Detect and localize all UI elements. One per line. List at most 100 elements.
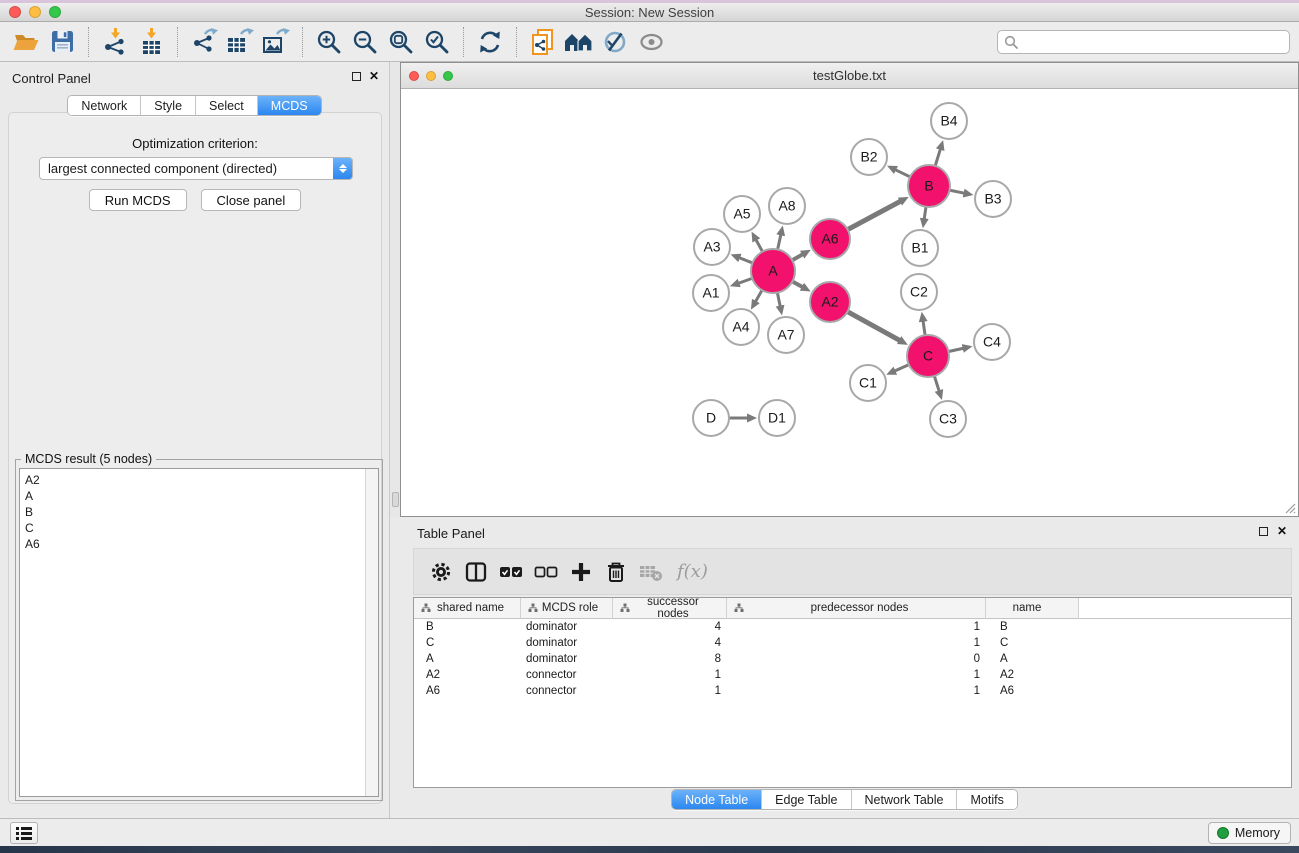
edge-A-A4[interactable] bbox=[755, 289, 763, 302]
node-C3[interactable]: C3 bbox=[930, 401, 966, 437]
edge-B-B4[interactable] bbox=[935, 148, 941, 167]
table-cell[interactable]: A2 bbox=[986, 667, 1079, 683]
node-A4[interactable]: A4 bbox=[723, 309, 759, 345]
memory-button[interactable]: Memory bbox=[1208, 822, 1291, 844]
edge-A-A1[interactable] bbox=[737, 278, 753, 284]
zoom-fit-button[interactable] bbox=[383, 25, 419, 59]
node-B1[interactable]: B1 bbox=[902, 230, 938, 266]
table-cell[interactable]: 0 bbox=[727, 651, 986, 667]
float-panel-icon[interactable] bbox=[352, 72, 361, 81]
table-cell[interactable]: A bbox=[986, 651, 1079, 667]
open-session-button[interactable] bbox=[8, 25, 44, 59]
table-cell[interactable]: dominator bbox=[521, 635, 613, 651]
apply-layout-button[interactable] bbox=[472, 25, 508, 59]
float-table-panel-icon[interactable] bbox=[1259, 527, 1268, 536]
import-network-button[interactable] bbox=[97, 25, 133, 59]
show-column-button[interactable] bbox=[463, 559, 489, 585]
node-A6[interactable]: A6 bbox=[810, 219, 850, 259]
table-cell[interactable]: C bbox=[414, 635, 521, 651]
node-C4[interactable]: C4 bbox=[974, 324, 1010, 360]
table-cell[interactable]: 1 bbox=[613, 667, 727, 683]
node-C2[interactable]: C2 bbox=[901, 274, 937, 310]
vertical-splitter-grip[interactable] bbox=[392, 492, 399, 507]
result-item[interactable]: A bbox=[25, 488, 378, 504]
export-network-button[interactable] bbox=[186, 25, 222, 59]
window-resize-grip[interactable] bbox=[1282, 500, 1296, 514]
edge-A6-B[interactable] bbox=[847, 201, 902, 230]
node-A[interactable]: A bbox=[751, 249, 795, 293]
import-table-button[interactable] bbox=[133, 25, 169, 59]
node-A2[interactable]: A2 bbox=[810, 282, 850, 322]
table-cell[interactable]: connector bbox=[521, 683, 613, 699]
edge-A-A8[interactable] bbox=[777, 233, 781, 250]
table-cell[interactable]: 1 bbox=[727, 635, 986, 651]
table-tab-network-table[interactable]: Network Table bbox=[852, 790, 958, 809]
table-cell[interactable]: A6 bbox=[414, 683, 521, 699]
node-A8[interactable]: A8 bbox=[769, 188, 805, 224]
table-cell[interactable]: B bbox=[986, 619, 1079, 635]
new-network-from-selection-button[interactable] bbox=[525, 25, 561, 59]
table-cell[interactable]: 4 bbox=[613, 635, 727, 651]
zoom-out-button[interactable] bbox=[347, 25, 383, 59]
table-cell[interactable]: C bbox=[986, 635, 1079, 651]
task-history-button[interactable] bbox=[10, 822, 38, 844]
node-B3[interactable]: B3 bbox=[975, 181, 1011, 217]
edge-C-C4[interactable] bbox=[948, 348, 965, 352]
edge-B-B1[interactable] bbox=[924, 206, 926, 220]
table-cell[interactable]: 1 bbox=[613, 683, 727, 699]
column-header-mcds-role[interactable]: MCDS role bbox=[521, 598, 613, 619]
table-cell[interactable]: 1 bbox=[727, 619, 986, 635]
column-header-successor-nodes[interactable]: successor nodes bbox=[613, 598, 727, 619]
tab-mcds[interactable]: MCDS bbox=[258, 96, 321, 115]
table-cell[interactable]: B bbox=[414, 619, 521, 635]
node-table[interactable]: shared nameMCDS rolesuccessor nodesprede… bbox=[413, 597, 1292, 788]
column-header-shared-name[interactable]: shared name bbox=[414, 598, 521, 619]
tab-style[interactable]: Style bbox=[141, 96, 196, 115]
result-list-scrollbar[interactable] bbox=[365, 469, 378, 796]
node-C[interactable]: C bbox=[907, 335, 949, 377]
node-A1[interactable]: A1 bbox=[693, 275, 729, 311]
unselect-all-columns-button[interactable] bbox=[533, 559, 559, 585]
node-A3[interactable]: A3 bbox=[694, 229, 730, 265]
edge-A2-C[interactable] bbox=[847, 311, 901, 341]
column-header-predecessor-nodes[interactable]: predecessor nodes bbox=[727, 598, 986, 619]
edge-C-C1[interactable] bbox=[894, 364, 910, 371]
mcds-result-list[interactable]: A2ABCA6 bbox=[19, 468, 379, 797]
table-cell[interactable]: 1 bbox=[727, 667, 986, 683]
tab-select[interactable]: Select bbox=[196, 96, 258, 115]
network-window-titlebar[interactable]: testGlobe.txt bbox=[401, 63, 1298, 89]
node-B[interactable]: B bbox=[908, 165, 950, 207]
node-B4[interactable]: B4 bbox=[931, 103, 967, 139]
column-header-name[interactable]: name bbox=[986, 598, 1079, 619]
node-B2[interactable]: B2 bbox=[851, 139, 887, 175]
show-graphics-details-button[interactable] bbox=[633, 25, 669, 59]
result-item[interactable]: A6 bbox=[25, 536, 378, 552]
table-cell[interactable]: 1 bbox=[727, 683, 986, 699]
table-tab-motifs[interactable]: Motifs bbox=[957, 790, 1016, 809]
table-settings-button[interactable] bbox=[428, 559, 454, 585]
select-all-columns-button[interactable] bbox=[498, 559, 524, 585]
edge-A-A6[interactable] bbox=[791, 254, 804, 261]
table-cell[interactable]: A2 bbox=[414, 667, 521, 683]
close-panel-button[interactable]: Close panel bbox=[201, 189, 302, 211]
close-table-panel-icon[interactable]: ✕ bbox=[1277, 526, 1287, 536]
table-cell[interactable]: 8 bbox=[613, 651, 727, 667]
node-A7[interactable]: A7 bbox=[768, 317, 804, 353]
node-D1[interactable]: D1 bbox=[759, 400, 795, 436]
export-table-button[interactable] bbox=[222, 25, 258, 59]
zoom-in-button[interactable] bbox=[311, 25, 347, 59]
edge-A-A7[interactable] bbox=[777, 292, 780, 308]
result-item[interactable]: B bbox=[25, 504, 378, 520]
result-item[interactable]: A2 bbox=[25, 472, 378, 488]
table-cell[interactable]: dominator bbox=[521, 619, 613, 635]
function-builder-button[interactable]: f(x) bbox=[677, 561, 708, 582]
delete-table-button[interactable] bbox=[638, 559, 664, 585]
hide-graphics-details-button[interactable] bbox=[597, 25, 633, 59]
run-mcds-button[interactable]: Run MCDS bbox=[89, 189, 187, 211]
edge-A-A3[interactable] bbox=[738, 257, 753, 263]
export-image-button[interactable] bbox=[258, 25, 294, 59]
edge-C-C3[interactable] bbox=[934, 375, 939, 392]
search-input[interactable] bbox=[1019, 32, 1289, 52]
edge-B-B2[interactable] bbox=[894, 169, 911, 177]
edge-A-A2[interactable] bbox=[791, 281, 803, 288]
